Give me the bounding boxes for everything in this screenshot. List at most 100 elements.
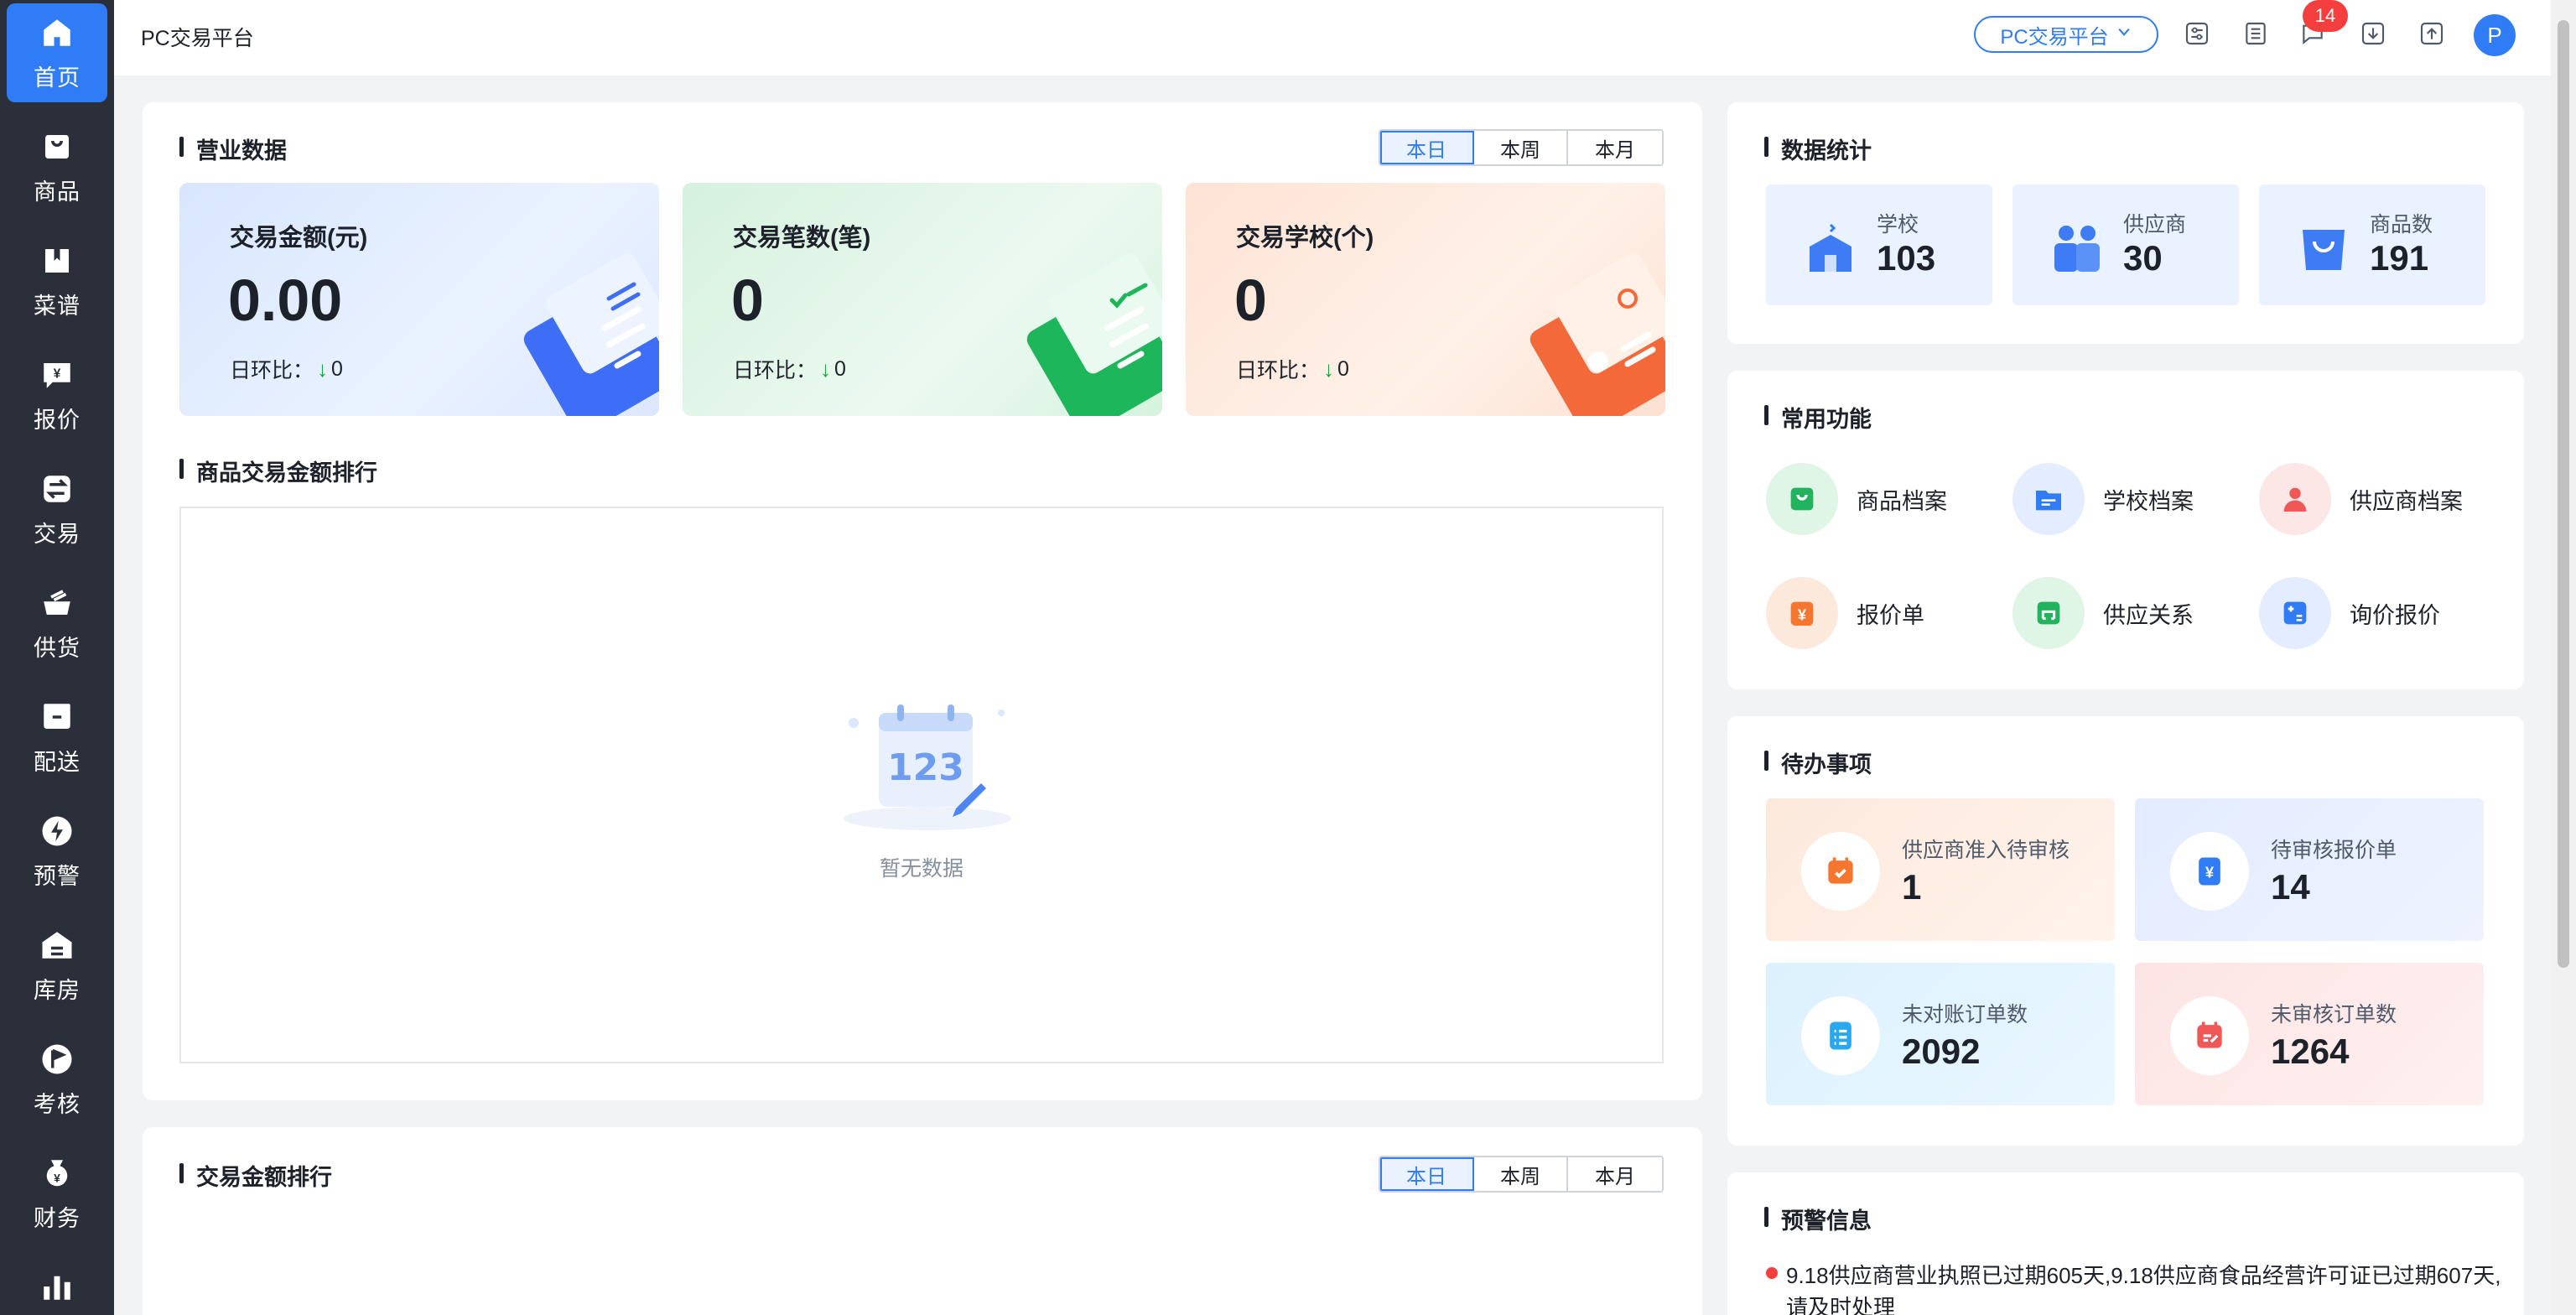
todo-unaudited-orders[interactable]: 未审核订单数 1264: [2135, 963, 2484, 1105]
stat-suppliers: 供应商 30: [2012, 185, 2239, 305]
period-week[interactable]: 本周: [1474, 131, 1568, 164]
todo-label: 未审核订单数: [2271, 1003, 2397, 1027]
quote-sheet-icon: ¥: [1766, 577, 1838, 649]
period-today[interactable]: 本日: [1380, 131, 1474, 164]
id-card-illustration-icon: [1530, 252, 1665, 416]
todo-value: 14: [2271, 867, 2310, 907]
compare-label: 日环比：: [1236, 359, 1321, 382]
bar-chart-icon: [39, 1268, 75, 1305]
download-icon[interactable]: [2358, 18, 2388, 49]
arrow-down-icon: ↓: [820, 356, 832, 382]
todo-pending-quotes[interactable]: ¥ 待审核报价单 14: [2135, 798, 2484, 941]
period-week[interactable]: 本周: [1474, 1157, 1568, 1191]
people-icon: [2054, 226, 2100, 272]
list-icon[interactable]: [2241, 18, 2271, 49]
todos-title: 待办事项: [1764, 746, 1872, 779]
calendar-check-icon: [1801, 832, 1880, 911]
quote-doc-icon: ¥: [2170, 832, 2249, 911]
func-goods-archive[interactable]: 商品档案: [1766, 463, 1947, 535]
sidebar-item-finance[interactable]: ¥ 财务: [7, 1144, 107, 1243]
bag-icon: [39, 128, 75, 165]
sidebar-item-home[interactable]: 首页: [7, 3, 107, 102]
sidebar-item-recipe[interactable]: 菜谱: [7, 231, 107, 330]
sidebar-item-label: 库房: [34, 977, 80, 1003]
todo-unreconciled-orders[interactable]: 未对账订单数 2092: [1766, 963, 2115, 1105]
sidebar-item-label: 菜谱: [34, 293, 80, 319]
exchange-icon: [39, 470, 75, 507]
svg-text:¥: ¥: [1798, 606, 1807, 623]
warnings-title: 预警信息: [1764, 1203, 1872, 1235]
sidebar-item-supply[interactable]: 供货: [7, 574, 107, 673]
func-inquiry-quote[interactable]: 询价报价: [2259, 577, 2440, 649]
stat-value: 103: [1877, 238, 1936, 278]
stat-card-value: 0: [1234, 268, 1267, 333]
sidebar-item-assess[interactable]: 考核: [7, 1030, 107, 1129]
page-scrollbar[interactable]: [2551, 0, 2576, 1315]
money-bag-icon: ¥: [39, 1155, 75, 1192]
notification-badge: 14: [2303, 0, 2348, 32]
func-school-archive[interactable]: 学校档案: [2012, 463, 2194, 535]
func-label: 供应关系: [2103, 602, 2194, 628]
avatar[interactable]: P: [2474, 14, 2516, 56]
func-label: 询价报价: [2350, 602, 2440, 628]
sidebar-item-label: 考核: [34, 1091, 80, 1117]
svg-text:¥: ¥: [54, 366, 61, 381]
stat-value: 191: [2370, 238, 2429, 278]
func-label: 供应商档案: [2350, 488, 2463, 514]
stat-value: 30: [2123, 238, 2163, 278]
func-label: 商品档案: [1857, 488, 1947, 514]
recipe-icon: [39, 242, 75, 279]
flag-icon: [39, 1041, 75, 1078]
scrollbar-thumb[interactable]: [2558, 20, 2569, 968]
school-archive-icon: [2012, 463, 2085, 535]
func-label: 报价单: [1857, 602, 1924, 628]
sidebar-item-warning[interactable]: 预警: [7, 802, 107, 901]
stat-label: 商品数: [2370, 213, 2433, 236]
period-today[interactable]: 本日: [1380, 1157, 1474, 1191]
compare-value: 0: [834, 356, 846, 381]
todo-value: 2092: [1902, 1032, 1981, 1071]
sidebar-item-warehouse[interactable]: 库房: [7, 916, 107, 1015]
app-title: PC交易平台: [141, 27, 254, 50]
stats-title: 数据统计: [1764, 133, 1872, 165]
todo-label: 待审核报价单: [2271, 839, 2397, 862]
platform-select-value: PC交易平台: [2000, 25, 2109, 49]
sidebar-item-report[interactable]: [7, 1258, 107, 1315]
empty-text: 暂无数据: [879, 857, 963, 881]
sidebar-item-label: 商品: [34, 179, 80, 205]
shopping-bag-icon: [2303, 230, 2345, 270]
empty-calendar-icon: 123: [844, 704, 1011, 830]
goods-archive-icon: [1766, 463, 1838, 535]
period-month[interactable]: 本月: [1568, 1157, 1662, 1191]
sidebar-item-quote[interactable]: ¥ 报价: [7, 346, 107, 444]
arrow-down-icon: ↓: [317, 356, 329, 382]
bolt-icon: [39, 813, 75, 850]
sidebar-item-goods[interactable]: 商品: [7, 117, 107, 216]
todo-label: 未对账订单数: [1902, 1003, 2028, 1027]
period-month[interactable]: 本月: [1568, 131, 1662, 164]
stat-card-compare: 日环比： ↓ 0: [733, 354, 846, 384]
ranking-title: 商品交易金额排行: [179, 455, 377, 487]
stat-schools: 学校 103: [1766, 185, 1992, 305]
settings-sliders-icon[interactable]: [2182, 18, 2212, 49]
top-header: PC交易平台 PC交易平台 14 P: [114, 0, 2551, 75]
todo-supplier-admission[interactable]: 供应商准入待审核 1: [1766, 798, 2115, 941]
school-icon: [1810, 223, 1852, 272]
todo-value: 1264: [2271, 1032, 2350, 1071]
todo-label: 供应商准入待审核: [1902, 839, 2070, 862]
platform-select[interactable]: PC交易平台: [1974, 16, 2158, 53]
sidebar-item-delivery[interactable]: 配送: [7, 688, 107, 787]
func-quote-sheet[interactable]: ¥ 报价单: [1766, 577, 1924, 649]
sidebar-item-label: 交易: [34, 521, 80, 547]
sidebar: 首页 商品 菜谱 ¥ 报价 交易 供货 配送 预警 库房 考核 ¥ 财务: [0, 0, 114, 1315]
upload-icon[interactable]: [2417, 18, 2447, 49]
func-supplier-archive[interactable]: 供应商档案: [2259, 463, 2463, 535]
stat-card-schools: 交易学校(个) 0 日环比： ↓ 0: [1186, 183, 1665, 416]
warning-item[interactable]: 9.18供应商营业执照已过期605天,9.18供应商食品经营许可证已过期607天…: [1786, 1260, 2507, 1315]
supply-icon: [39, 585, 75, 621]
sidebar-item-label: 首页: [34, 65, 80, 91]
amount-ranking-title: 交易金额排行: [179, 1159, 332, 1192]
stat-card-compare: 日环比： ↓ 0: [1236, 354, 1349, 384]
func-supply-relation[interactable]: 供应关系: [2012, 577, 2194, 649]
sidebar-item-trade[interactable]: 交易: [7, 460, 107, 559]
